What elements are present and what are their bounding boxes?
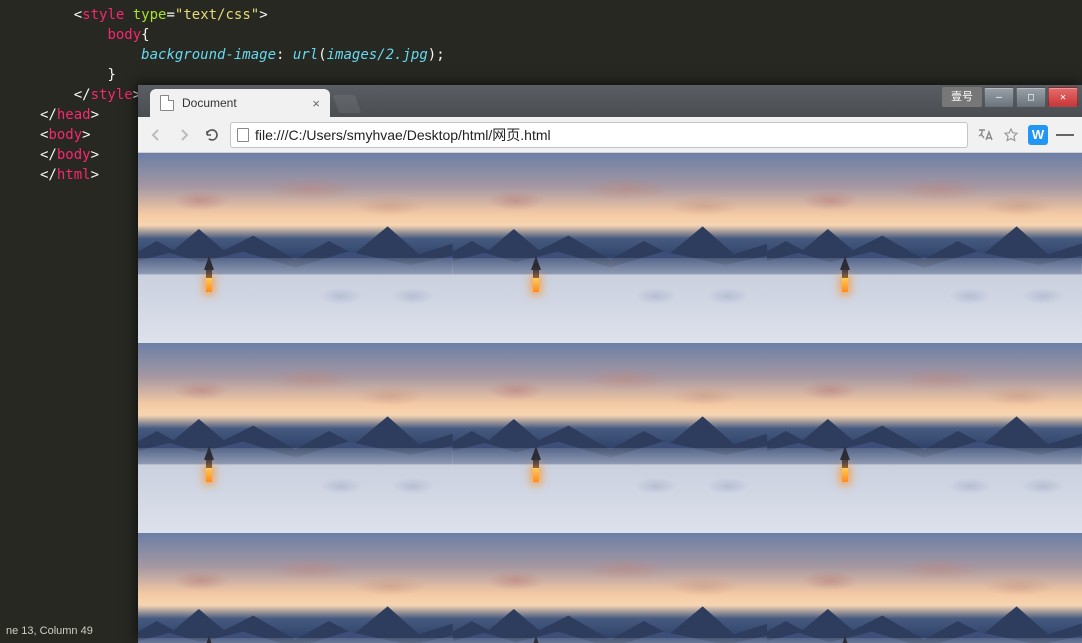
page-viewport <box>138 153 1082 643</box>
code-line: } <box>40 65 1082 85</box>
close-tab-icon[interactable]: × <box>312 96 320 111</box>
bg-tile <box>767 153 1082 343</box>
reload-icon <box>204 127 220 143</box>
browser-window: Document × 壹号 — □ ✕ <box>138 85 1082 643</box>
window-close-button[interactable]: ✕ <box>1048 87 1078 107</box>
translate-icon[interactable] <box>976 126 994 144</box>
window-maximize-button[interactable]: □ <box>1016 87 1046 107</box>
bg-tile <box>767 343 1082 533</box>
address-bar[interactable] <box>230 122 968 148</box>
page-icon <box>237 128 249 142</box>
editor-status-bar: ne 13, Column 49 <box>0 623 99 643</box>
ime-indicator[interactable]: 壹号 <box>942 87 982 107</box>
bookmark-star-icon[interactable] <box>1002 126 1020 144</box>
code-line: background-image: url(images/2.jpg); <box>40 45 1082 65</box>
bg-tile <box>138 343 453 533</box>
browser-tab[interactable]: Document × <box>150 89 330 117</box>
window-controls: 壹号 — □ ✕ <box>942 87 1078 107</box>
bg-tile <box>453 343 768 533</box>
bg-tile <box>138 153 453 343</box>
bg-tile <box>453 153 768 343</box>
bg-tile <box>453 533 768 643</box>
back-button[interactable] <box>146 125 166 145</box>
cursor-position: ne 13, Column 49 <box>6 625 93 637</box>
url-input[interactable] <box>255 127 961 143</box>
code-line: <style type="text/css"> <box>40 5 1082 25</box>
extension-w-icon[interactable]: W <box>1028 125 1048 145</box>
arrow-right-icon <box>176 127 192 143</box>
browser-titlebar: Document × 壹号 — □ ✕ <box>138 85 1082 117</box>
new-tab-button[interactable] <box>333 95 362 113</box>
browser-toolbar: W <box>138 117 1082 153</box>
forward-button[interactable] <box>174 125 194 145</box>
hamburger-menu-icon[interactable] <box>1056 126 1074 144</box>
reload-button[interactable] <box>202 125 222 145</box>
arrow-left-icon <box>148 127 164 143</box>
code-line: body{ <box>40 25 1082 45</box>
window-minimize-button[interactable]: — <box>984 87 1014 107</box>
bg-tile <box>767 533 1082 643</box>
bg-tile <box>138 533 453 643</box>
tab-title: Document <box>182 96 237 110</box>
file-icon <box>160 95 174 111</box>
